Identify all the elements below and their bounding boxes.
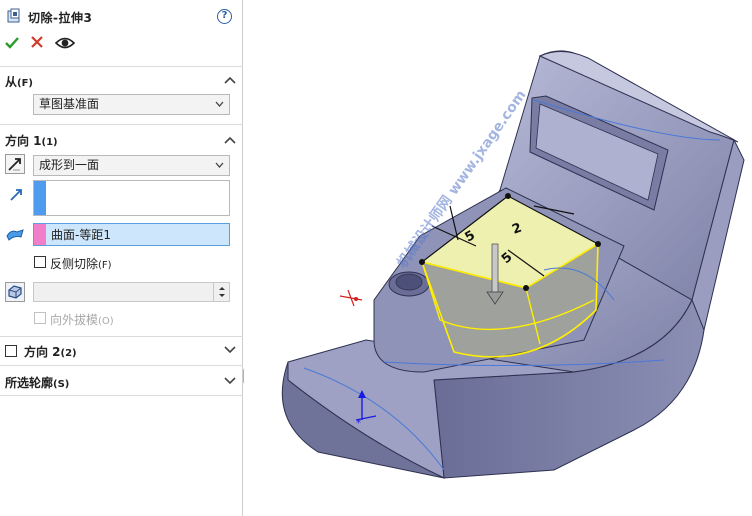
cut-extrude-icon [7, 8, 20, 23]
draft-outward-label: 向外拔模(O) [50, 313, 114, 327]
sketch-point [595, 241, 601, 247]
separator [0, 336, 243, 337]
help-icon[interactable]: ? [217, 9, 232, 24]
selected-contours-section-title[interactable]: 所选轮廓(S) [5, 374, 69, 391]
check-icon[interactable] [5, 36, 19, 50]
direction-swatch [34, 181, 46, 215]
draft-angle-spinner[interactable] [213, 283, 229, 301]
draft-icon[interactable] [5, 282, 25, 302]
flip-side-checkbox[interactable] [34, 256, 46, 268]
flip-side-label[interactable]: 反侧切除(F) [50, 255, 112, 272]
eye-icon[interactable] [55, 36, 75, 50]
boss-hole-inner [395, 273, 423, 291]
from-section-title[interactable]: 从(F) [5, 73, 33, 90]
separator [0, 124, 243, 125]
direction1-section-title[interactable]: 方向 1(1) [5, 132, 58, 149]
chevron-up-icon[interactable] [224, 136, 236, 144]
model-view: 5 2 5 * [281, 50, 745, 479]
sketch-point [523, 285, 529, 291]
feature-title: 切除-拉伸3 [28, 11, 93, 25]
x-icon[interactable] [31, 36, 43, 48]
property-manager: 切除-拉伸3 ? 从(F) 草图基准面 方向 1(1) 成形到一面 曲面-等距1… [0, 0, 243, 516]
chevron-up-icon[interactable] [224, 76, 236, 84]
reverse-direction-icon[interactable] [5, 154, 25, 174]
separator [0, 365, 243, 366]
face-swatch [34, 224, 46, 245]
origin-marker: * [356, 418, 361, 429]
separator [0, 395, 243, 396]
origin-triad-red [354, 297, 358, 301]
draft-outward-checkbox[interactable] [34, 312, 46, 324]
direction2-section-title[interactable]: 方向 2(2) [24, 343, 77, 360]
spinner-arrows-icon [219, 287, 225, 297]
separator [0, 66, 243, 67]
graphics-viewport[interactable]: 5 2 5 * 机械设计师网 www.jxage.com [244, 0, 752, 516]
draft-angle-input[interactable] [33, 282, 230, 302]
chevron-down-icon[interactable] [224, 346, 236, 354]
direction-arrow-icon [10, 189, 22, 201]
target-face-field[interactable]: 曲面-等距1 [33, 223, 230, 246]
property-manager-header: 切除-拉伸3 ? [0, 0, 243, 64]
chevron-down-icon[interactable] [224, 377, 236, 385]
origin-triad-red [339, 289, 363, 307]
extrude-arrow-shaft[interactable] [491, 243, 499, 293]
sketch-point [419, 259, 425, 265]
direction-vector-field[interactable] [33, 180, 230, 216]
chevron-down-icon [215, 101, 224, 107]
direction2-checkbox[interactable] [5, 345, 17, 357]
from-condition-select[interactable]: 草图基准面 [33, 94, 230, 115]
sketch-point [505, 193, 511, 199]
face-plane-icon [6, 229, 24, 241]
target-face-value: 曲面-等距1 [51, 228, 111, 242]
end-condition-select[interactable]: 成形到一面 [33, 155, 230, 176]
chevron-down-icon [215, 162, 224, 168]
